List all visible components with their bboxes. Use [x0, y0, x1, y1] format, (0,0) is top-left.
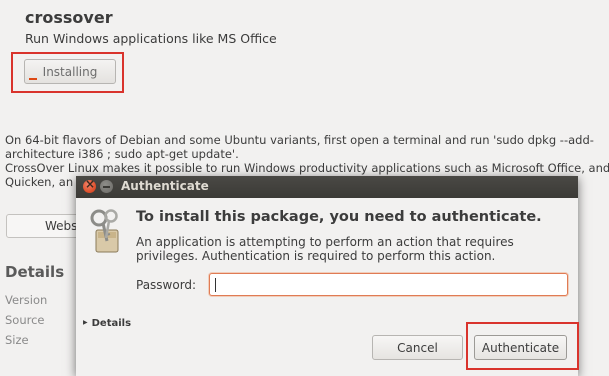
install-button-label: Installing [42, 64, 98, 79]
text-caret [215, 278, 216, 292]
meta-version-label: Version [5, 293, 48, 307]
details-heading: Details [5, 263, 65, 281]
website-button-label: Webs [45, 219, 78, 233]
details-expander[interactable]: ▶ Details [83, 318, 131, 329]
expander-triangle-icon: ▶ [83, 319, 88, 326]
meta-size-label: Size [5, 333, 29, 347]
cancel-button-label: Cancel [397, 340, 438, 355]
app-name: crossover [25, 8, 113, 27]
meta-source-label: Source [5, 313, 45, 327]
dialog-message: An application is attempting to perform … [136, 235, 514, 263]
dialog-title: Authenticate [121, 179, 209, 193]
authenticate-button[interactable]: Authenticate [474, 335, 567, 360]
password-input[interactable] [209, 273, 568, 296]
authenticate-button-label: Authenticate [481, 340, 560, 355]
install-button[interactable]: Installing [24, 59, 116, 84]
authenticate-dialog: Authenticate To install this package, yo… [76, 176, 579, 376]
keys-icon [88, 208, 128, 260]
install-progress-bar [29, 78, 37, 80]
details-expander-label: Details [91, 318, 132, 329]
cancel-button[interactable]: Cancel [372, 335, 463, 360]
minimize-window-button[interactable] [100, 180, 113, 193]
password-label: Password: [136, 278, 197, 292]
dialog-titlebar: Authenticate [76, 176, 578, 198]
close-window-button[interactable] [83, 177, 96, 193]
app-subtitle: Run Windows applications like MS Office [25, 31, 277, 46]
dialog-heading: To install this package, you need to aut… [136, 209, 542, 225]
